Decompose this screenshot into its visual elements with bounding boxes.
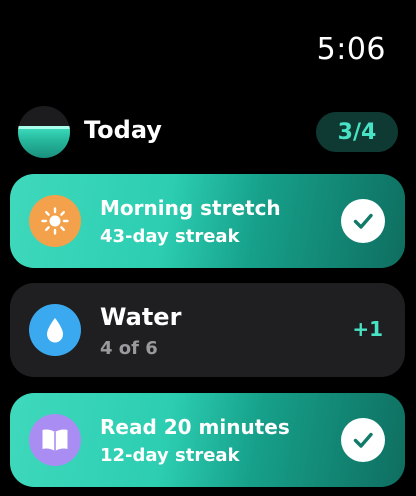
habit-title: Water: [100, 303, 182, 331]
today-header: Today 3/4: [18, 106, 398, 158]
app-progress-icon[interactable]: [18, 106, 70, 158]
increment-button[interactable]: +1: [352, 317, 383, 341]
habit-progress: 4 of 6: [100, 338, 158, 359]
checkmark-icon[interactable]: [341, 199, 385, 243]
habit-title: Morning stretch: [100, 196, 281, 220]
habit-card-morning-stretch[interactable]: Morning stretch 43-day streak: [10, 174, 405, 268]
habit-streak: 12-day streak: [100, 445, 240, 466]
checkmark-icon[interactable]: [341, 418, 385, 462]
water-drop-icon: [29, 304, 81, 356]
habit-card-read[interactable]: Read 20 minutes 12-day streak: [10, 393, 405, 487]
page-title: Today: [84, 116, 162, 144]
habit-streak: 43-day streak: [100, 226, 240, 247]
book-icon: [29, 414, 81, 466]
habit-title: Read 20 minutes: [100, 415, 290, 439]
progress-badge: 3/4: [316, 112, 398, 152]
sun-icon: [29, 195, 81, 247]
habit-card-water[interactable]: Water 4 of 6 +1: [10, 283, 405, 377]
status-time: 5:06: [316, 32, 386, 67]
